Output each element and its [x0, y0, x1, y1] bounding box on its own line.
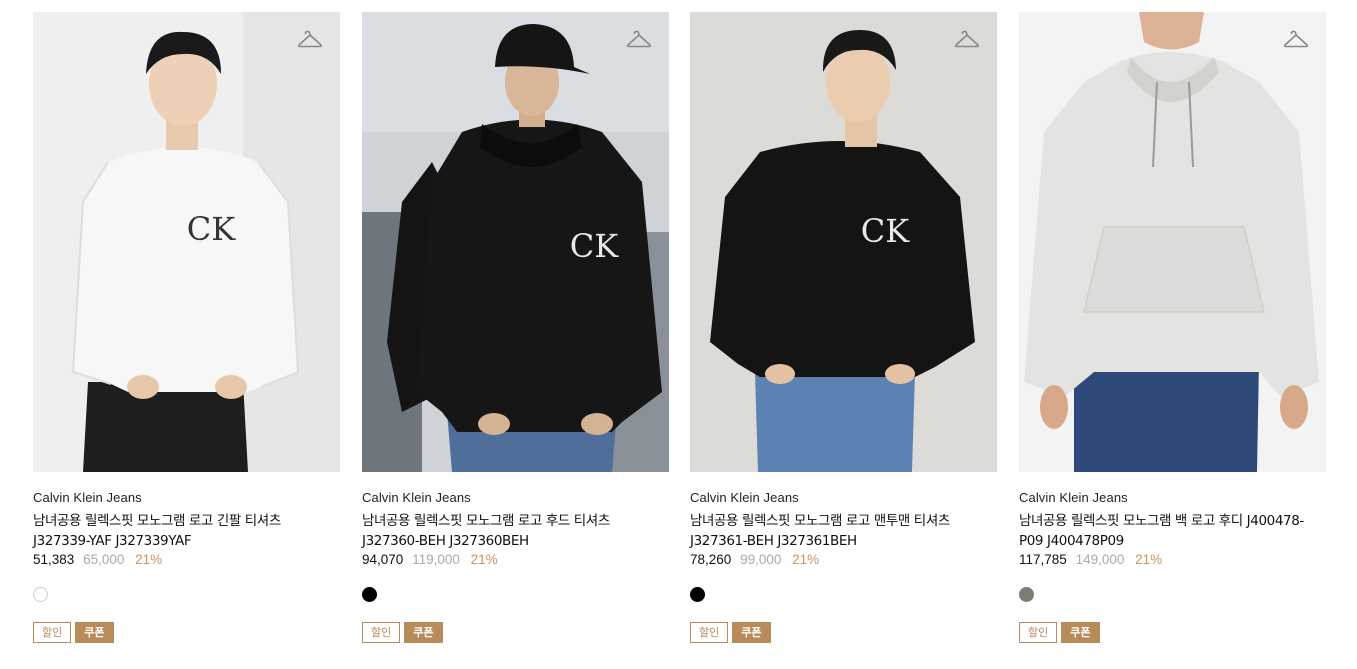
product-name[interactable]: 남녀공용 릴렉스핏 모노그램 로고 맨투맨 티셔츠 J327361-BEH J3… — [690, 511, 990, 551]
original-price: 65,000 — [83, 552, 125, 567]
product-photo: CK — [690, 12, 997, 472]
price-row: 117,785 149,000 21% — [1019, 552, 1162, 567]
product-card[interactable]: CK Calvin Klein Jeans 남녀공용 릴렉스핏 모노그램 로고 … — [33, 12, 340, 662]
brand-name: Calvin Klein Jeans — [690, 490, 799, 505]
product-card[interactable]: CK Calvin Klein Jeans 남녀공용 릴렉스핏 모노그램 로고 … — [362, 12, 669, 662]
color-swatch[interactable] — [362, 587, 377, 602]
badge-group: 할인 쿠폰 — [33, 622, 114, 643]
hanger-icon[interactable] — [954, 28, 980, 50]
sale-badge: 할인 — [33, 622, 72, 643]
product-image[interactable]: CK — [690, 12, 997, 472]
badge-group: 할인 쿠폰 — [1019, 622, 1100, 643]
discount-rate: 21% — [792, 552, 820, 567]
badge-group: 할인 쿠폰 — [690, 622, 771, 643]
sale-badge: 할인 — [362, 622, 401, 643]
brand-name: Calvin Klein Jeans — [1019, 490, 1128, 505]
coupon-badge: 쿠폰 — [1061, 622, 1100, 643]
svg-text:CK: CK — [570, 227, 619, 265]
price-row: 94,070 119,000 21% — [362, 552, 498, 567]
price-row: 78,260 99,000 21% — [690, 552, 819, 567]
sale-price: 78,260 — [690, 552, 732, 567]
badge-group: 할인 쿠폰 — [362, 622, 443, 643]
product-grid: CK Calvin Klein Jeans 남녀공용 릴렉스핏 모노그램 로고 … — [33, 12, 1333, 662]
sale-price: 94,070 — [362, 552, 404, 567]
original-price: 99,000 — [740, 552, 782, 567]
coupon-badge: 쿠폰 — [732, 622, 771, 643]
product-image[interactable]: CK — [33, 12, 340, 472]
discount-rate: 21% — [135, 552, 163, 567]
brand-name: Calvin Klein Jeans — [362, 490, 471, 505]
svg-text:CK: CK — [861, 212, 910, 250]
original-price: 119,000 — [412, 552, 460, 567]
brand-name: Calvin Klein Jeans — [33, 490, 142, 505]
product-image[interactable] — [1019, 12, 1326, 472]
product-image[interactable]: CK — [362, 12, 669, 472]
sale-price: 51,383 — [33, 552, 75, 567]
product-photo — [1019, 12, 1326, 472]
hanger-icon[interactable] — [1283, 28, 1309, 50]
product-card[interactable]: CK Calvin Klein Jeans 남녀공용 릴렉스핏 모노그램 로고 … — [690, 12, 997, 662]
product-card[interactable]: Calvin Klein Jeans 남녀공용 릴렉스핏 모노그램 백 로고 후… — [1019, 12, 1326, 662]
product-photo: CK — [33, 12, 340, 472]
product-name[interactable]: 남녀공용 릴렉스핏 모노그램 로고 긴팔 티셔츠 J327339-YAF J32… — [33, 511, 333, 551]
hanger-icon[interactable] — [626, 28, 652, 50]
price-row: 51,383 65,000 21% — [33, 552, 162, 567]
coupon-badge: 쿠폰 — [404, 622, 443, 643]
color-swatch[interactable] — [1019, 587, 1034, 602]
discount-rate: 21% — [470, 552, 498, 567]
discount-rate: 21% — [1135, 552, 1163, 567]
color-swatch[interactable] — [33, 587, 48, 602]
product-name[interactable]: 남녀공용 릴렉스핏 모노그램 백 로고 후디 J400478-P09 J4004… — [1019, 511, 1319, 551]
original-price: 149,000 — [1075, 552, 1125, 567]
product-photo: CK — [362, 12, 669, 472]
sale-price: 117,785 — [1019, 552, 1067, 567]
coupon-badge: 쿠폰 — [75, 622, 114, 643]
sale-badge: 할인 — [1019, 622, 1058, 643]
product-name[interactable]: 남녀공용 릴렉스핏 모노그램 로고 후드 티셔츠 J327360-BEH J32… — [362, 511, 662, 551]
sale-badge: 할인 — [690, 622, 729, 643]
color-swatch[interactable] — [690, 587, 705, 602]
svg-text:CK: CK — [187, 210, 236, 248]
hanger-icon[interactable] — [297, 28, 323, 50]
